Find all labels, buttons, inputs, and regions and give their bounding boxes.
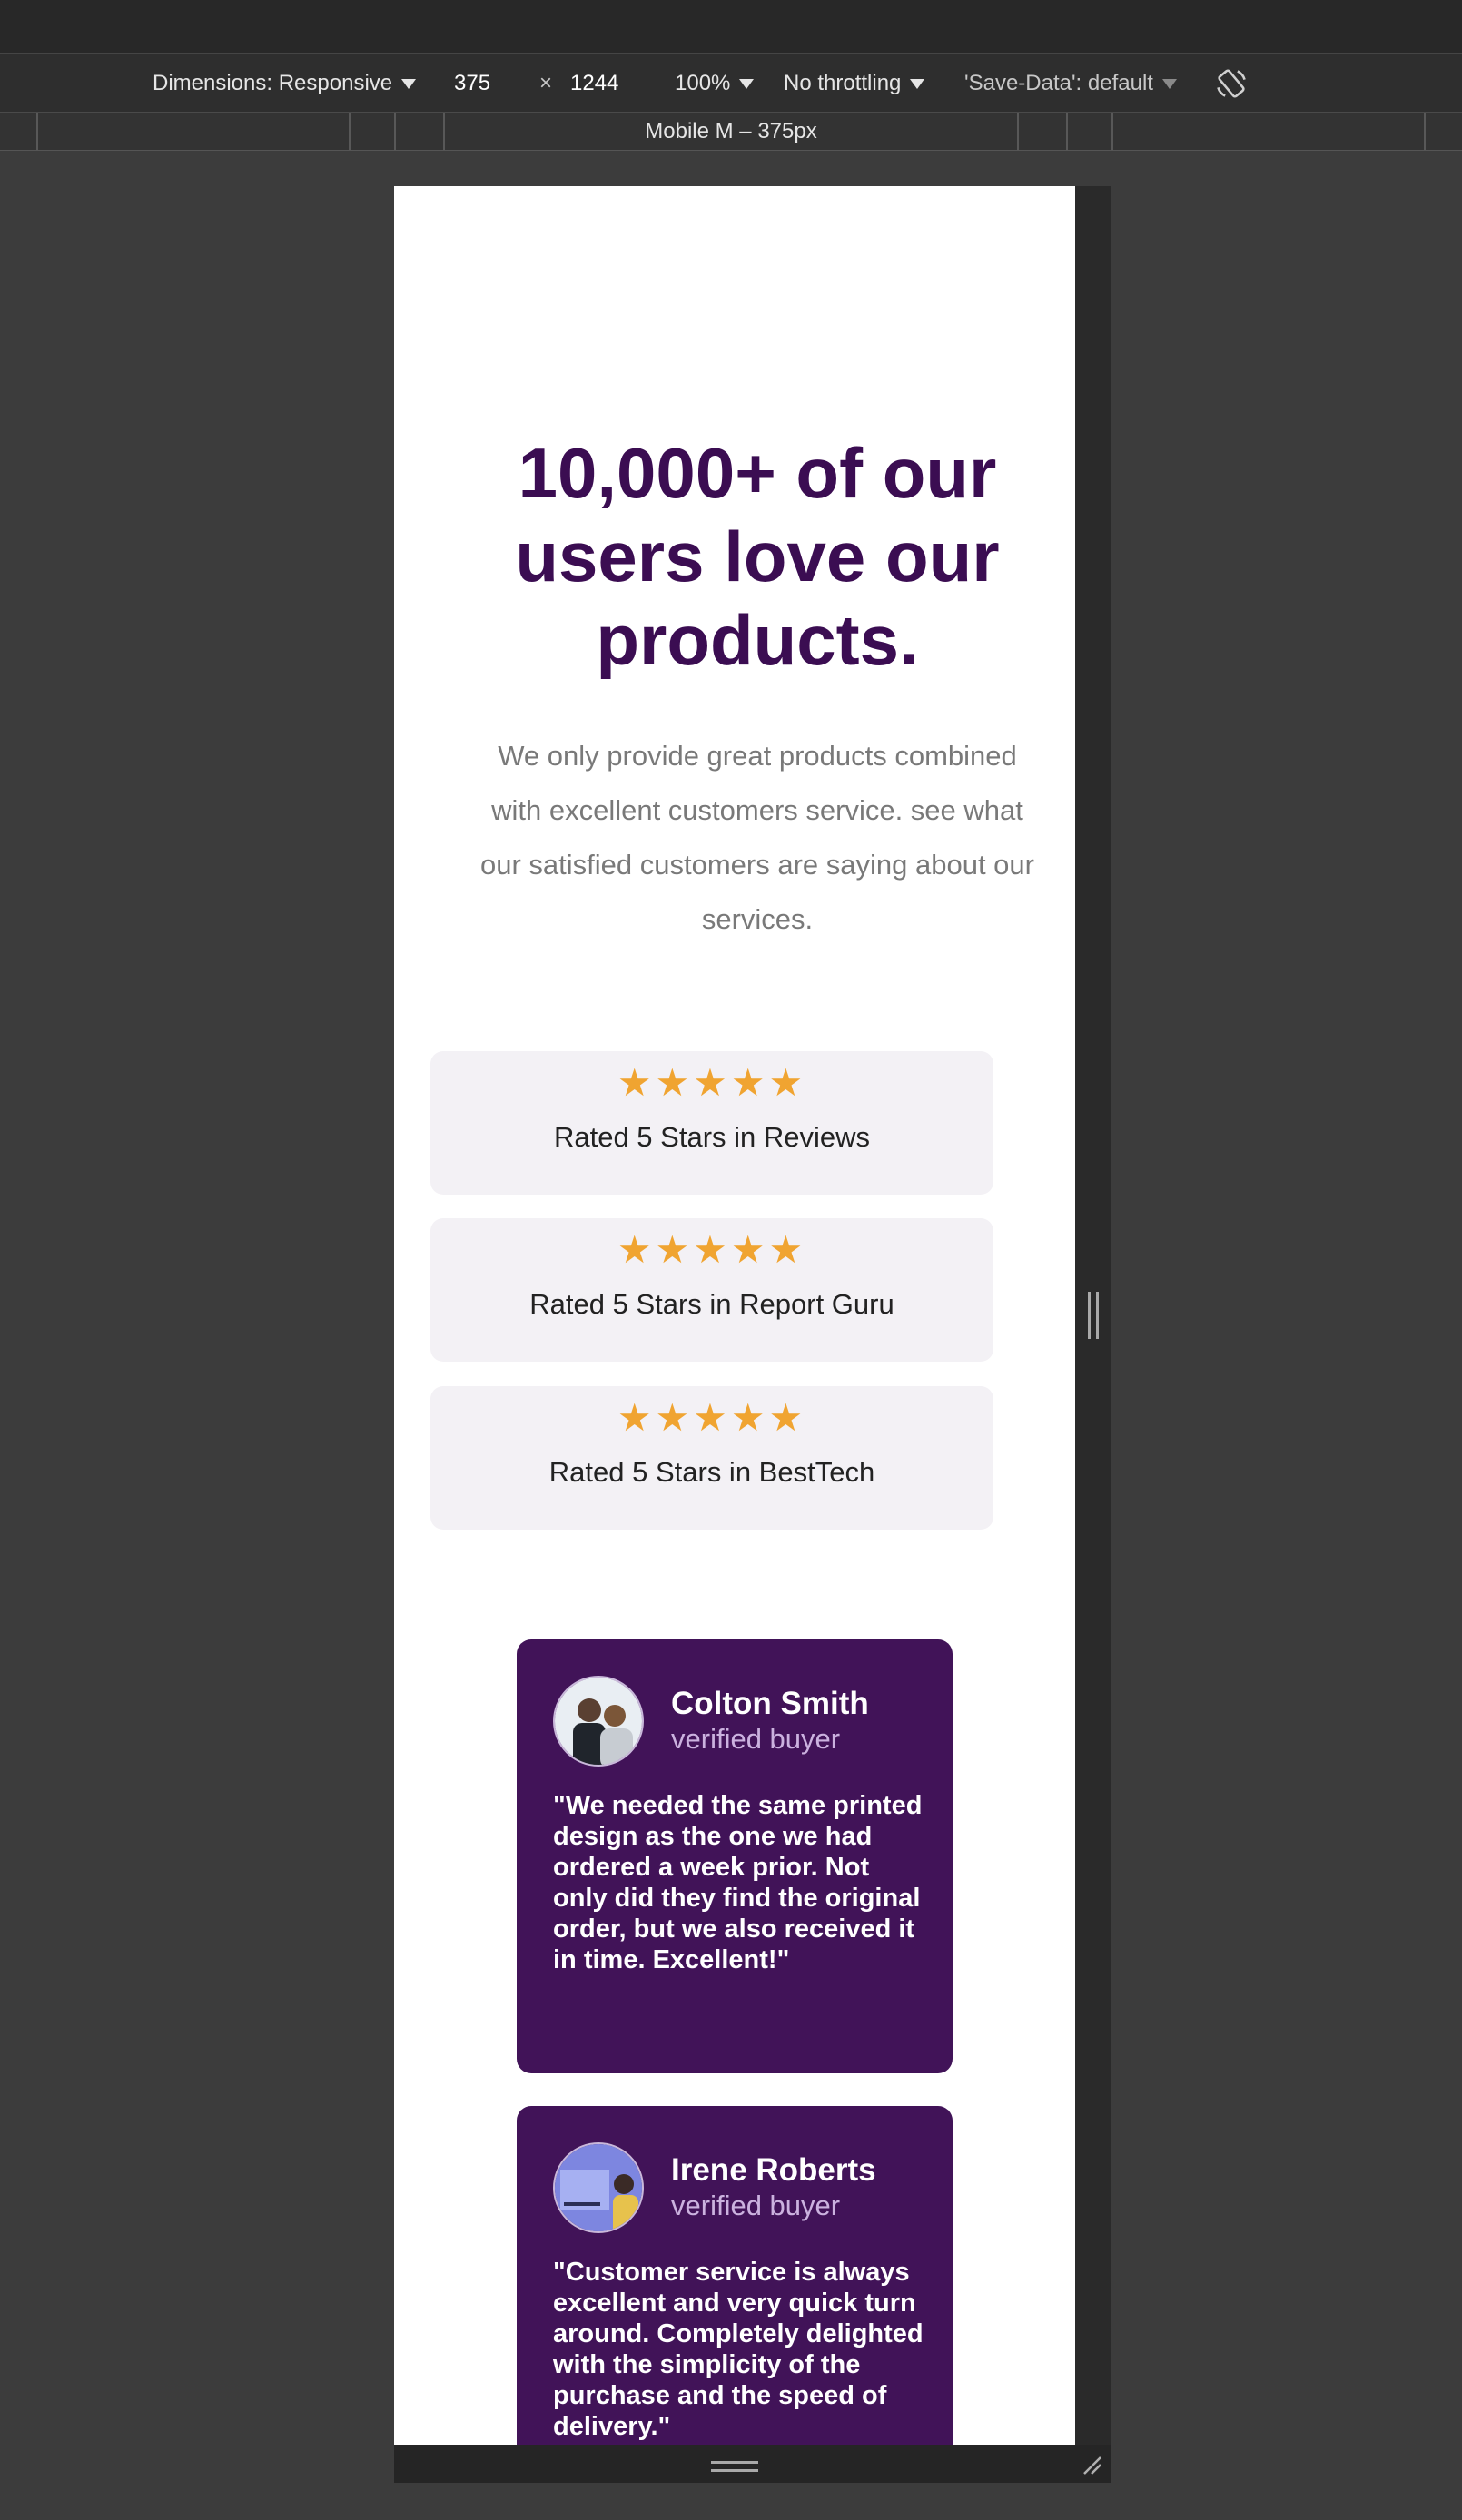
testimonial-card: Colton Smith verified buyer "We needed t… bbox=[517, 1639, 953, 2073]
chevron-down-icon bbox=[910, 79, 925, 90]
chevron-down-icon bbox=[1161, 79, 1177, 90]
chevron-down-icon bbox=[401, 79, 417, 90]
media-query-bar: Mobile M – 375px bbox=[0, 113, 1462, 151]
dimensions-dropdown[interactable]: Dimensions: Responsive bbox=[153, 54, 417, 113]
bottom-resize-handle[interactable] bbox=[394, 2445, 1111, 2483]
throttling-label: No throttling bbox=[784, 71, 902, 95]
rating-card: ★★★★★ Rated 5 Stars in Reviews bbox=[430, 1051, 993, 1195]
right-resize-handle[interactable] bbox=[1084, 186, 1111, 2445]
five-star-icons: ★★★★★ bbox=[617, 1228, 807, 1271]
rotate-icon[interactable] bbox=[1213, 65, 1250, 102]
grip-icon bbox=[711, 2461, 758, 2472]
browser-top-strip bbox=[0, 0, 1462, 53]
zoom-dropdown[interactable]: 100% bbox=[675, 54, 755, 113]
zoom-label: 100% bbox=[675, 71, 731, 95]
rating-label: Rated 5 Stars in Report Guru bbox=[529, 1288, 894, 1320]
testimonial-quote: "We needed the same printed design as th… bbox=[553, 1791, 923, 1974]
five-star-icons: ★★★★★ bbox=[617, 1396, 807, 1439]
rating-card: ★★★★★ Rated 5 Stars in Report Guru bbox=[430, 1218, 993, 1362]
page-heading: 10,000+ of our users love our products. bbox=[515, 433, 1000, 680]
chevron-down-icon bbox=[739, 79, 755, 90]
reviewer-name: Colton Smith bbox=[671, 1686, 869, 1721]
page-viewport: 10,000+ of our users love our products. … bbox=[394, 186, 1075, 2445]
corner-resize-icon[interactable] bbox=[1081, 2454, 1102, 2476]
device-width-label: Mobile M – 375px bbox=[645, 119, 817, 143]
save-data-label: 'Save-Data': default bbox=[964, 71, 1153, 95]
dimensions-label: Dimensions: Responsive bbox=[153, 71, 393, 95]
avatar bbox=[553, 2142, 644, 2233]
width-input[interactable]: 375 bbox=[454, 54, 490, 113]
reviewer-name: Irene Roberts bbox=[671, 2152, 876, 2188]
rating-label: Rated 5 Stars in Reviews bbox=[553, 1121, 871, 1153]
rating-card: ★★★★★ Rated 5 Stars in BestTech bbox=[430, 1386, 993, 1530]
reviewer-role: verified buyer bbox=[671, 1723, 841, 1755]
grip-icon bbox=[1088, 1292, 1099, 1339]
height-input[interactable]: 1244 bbox=[570, 54, 618, 113]
save-data-dropdown[interactable]: 'Save-Data': default bbox=[964, 54, 1177, 113]
throttling-dropdown[interactable]: No throttling bbox=[784, 54, 925, 113]
intro-text: We only provide great products combined … bbox=[480, 740, 1034, 935]
testimonial-card: Irene Roberts verified buyer "Customer s… bbox=[517, 2106, 953, 2445]
avatar bbox=[553, 1676, 644, 1767]
rating-label: Rated 5 Stars in BestTech bbox=[548, 1456, 875, 1488]
times-sign: × bbox=[539, 71, 553, 95]
device-toolbar: Dimensions: Responsive 375 × 1244 100% N… bbox=[0, 53, 1462, 113]
testimonial-quote: "Customer service is always excellent an… bbox=[553, 2258, 924, 2441]
five-star-icons: ★★★★★ bbox=[617, 1061, 807, 1104]
reviewer-role: verified buyer bbox=[671, 2190, 841, 2221]
